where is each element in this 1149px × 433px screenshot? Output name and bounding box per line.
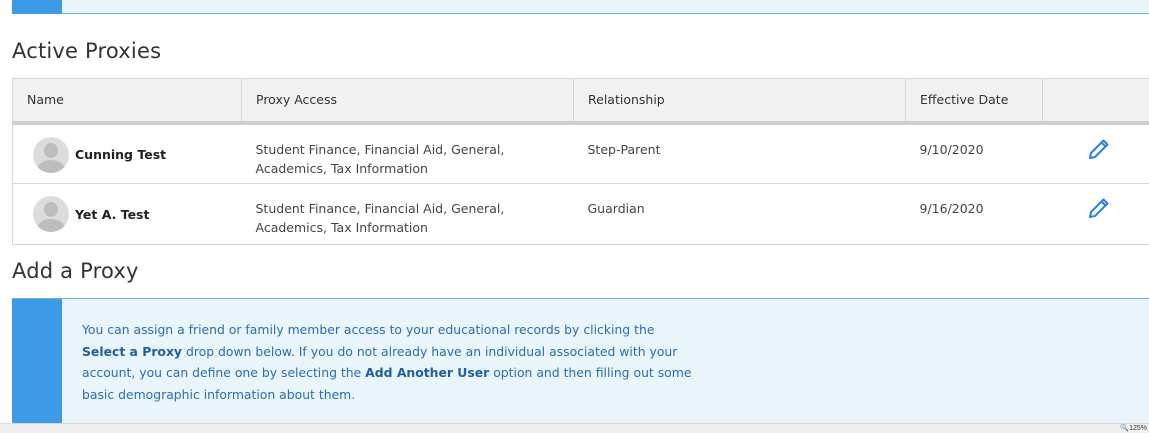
- active-proxies-title: Active Proxies: [12, 39, 162, 63]
- proxy-name: Cunning Test: [75, 147, 167, 162]
- add-proxy-info-box: You can assign a friend or family member…: [12, 298, 1149, 424]
- pencil-icon[interactable]: [1087, 137, 1113, 163]
- zoom-indicator[interactable]: 🔍125%: [1120, 424, 1147, 433]
- add-proxy-instructions: You can assign a friend or family member…: [82, 319, 702, 405]
- actions-cell: [1042, 183, 1149, 245]
- column-header-relationship: Relationship: [573, 78, 906, 125]
- zoom-level: 125%: [1129, 425, 1147, 432]
- name-cell: Yet A. Test: [12, 183, 242, 245]
- instruction-text: You can assign a friend or family member…: [82, 322, 655, 337]
- proxy-access-cell: Student Finance, Financial Aid, General,…: [241, 183, 574, 245]
- active-proxies-table: Name Proxy Access Relationship Effective…: [12, 78, 1149, 245]
- add-proxy-title: Add a Proxy: [12, 259, 139, 283]
- banner-accent: [12, 0, 62, 14]
- proxy-access-line: Academics, Tax Information: [255, 220, 428, 235]
- zoom-icon: 🔍: [1120, 425, 1130, 432]
- select-a-proxy-emphasis: Select a Proxy: [82, 343, 183, 359]
- browser-status-bar: 🔍125%: [0, 423, 1149, 433]
- column-header-proxy-access: Proxy Access: [241, 78, 574, 125]
- user-avatar-icon: [33, 136, 69, 173]
- column-header-effective-date: Effective Date: [905, 78, 1043, 125]
- pencil-icon[interactable]: [1087, 196, 1113, 222]
- proxy-access-line: Academics, Tax Information: [255, 160, 428, 176]
- effective-date-cell: 9/10/2020: [905, 122, 1043, 184]
- add-another-user-emphasis: Add Another User: [365, 365, 490, 380]
- name-cell: Cunning Test: [12, 122, 242, 184]
- table-row: Cunning Test Student Finance, Financial …: [12, 122, 1149, 184]
- column-header-name: Name: [12, 78, 242, 125]
- effective-date-cell: 9/16/2020: [905, 183, 1043, 245]
- column-header-actions: [1042, 78, 1149, 125]
- proxy-access-cell: Student Finance, Financial Aid, General,…: [241, 122, 574, 184]
- proxy-access-line: Student Finance, Financial Aid, General,: [255, 141, 505, 157]
- user-avatar-icon: [33, 196, 69, 232]
- actions-cell: [1042, 122, 1149, 184]
- table-row: Yet A. Test Student Finance, Financial A…: [12, 183, 1149, 245]
- info-accent: [12, 299, 62, 424]
- proxy-name: Yet A. Test: [75, 206, 150, 222]
- relationship-cell: Guardian: [573, 183, 906, 245]
- relationship-cell: Step-Parent: [573, 122, 906, 184]
- top-info-banner: [12, 0, 1149, 14]
- table-header-row: Name Proxy Access Relationship Effective…: [12, 78, 1149, 125]
- proxy-access-line: Student Finance, Financial Aid, General,: [255, 201, 505, 216]
